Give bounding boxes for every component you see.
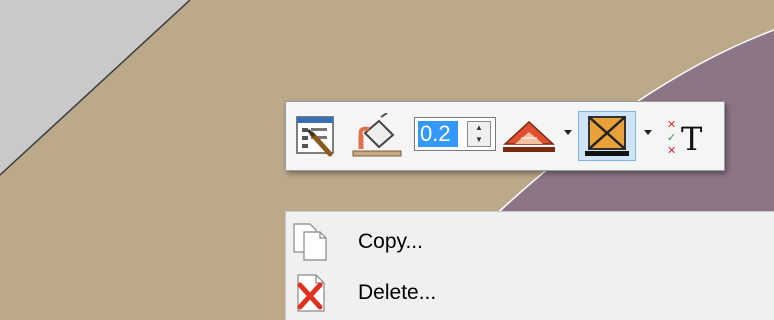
spinner-arrows[interactable]: ▲ ▼	[467, 121, 491, 147]
menu-item-label: Delete...	[358, 281, 437, 304]
fill-pattern-dropdown-icon[interactable]	[644, 130, 652, 135]
line-style-button[interactable]	[500, 111, 558, 161]
menu-item-label: Copy...	[358, 230, 423, 253]
paint-bucket-icon	[352, 113, 402, 157]
menu-item-delete[interactable]: Delete...	[286, 271, 774, 315]
menu-item-copy[interactable]: Copy...	[286, 220, 774, 264]
properties-wrench-icon	[296, 116, 334, 157]
element-properties-button[interactable]	[292, 111, 340, 161]
svg-text:✕: ✕	[667, 144, 676, 157]
copy-pages-icon	[293, 223, 327, 261]
context-menu: Copy... Delete...	[285, 211, 774, 320]
floating-toolbar: 0.2 ▲ ▼ ✕ ✓ ✕ T	[285, 101, 725, 171]
spinner-up-icon[interactable]: ▲	[468, 122, 490, 134]
line-style-dropdown-icon[interactable]	[564, 130, 572, 135]
crossed-box-icon	[585, 116, 629, 156]
svg-text:T: T	[681, 120, 703, 158]
svg-text:✓: ✓	[667, 131, 676, 144]
check-x-text-icon: ✕ ✓ ✕ T	[667, 118, 703, 158]
delete-document-icon	[297, 274, 325, 312]
triangle-pattern-icon	[503, 120, 555, 152]
spinner-value[interactable]: 0.2	[418, 121, 458, 147]
fill-pattern-button[interactable]	[578, 111, 636, 161]
svg-text:✕: ✕	[667, 118, 676, 131]
line-weight-spinner[interactable]: 0.2 ▲ ▼	[414, 117, 496, 151]
text-toggle-button[interactable]: ✕ ✓ ✕ T	[664, 111, 714, 161]
spinner-down-icon[interactable]: ▼	[468, 134, 490, 146]
fill-paint-bucket-button[interactable]	[350, 111, 404, 161]
